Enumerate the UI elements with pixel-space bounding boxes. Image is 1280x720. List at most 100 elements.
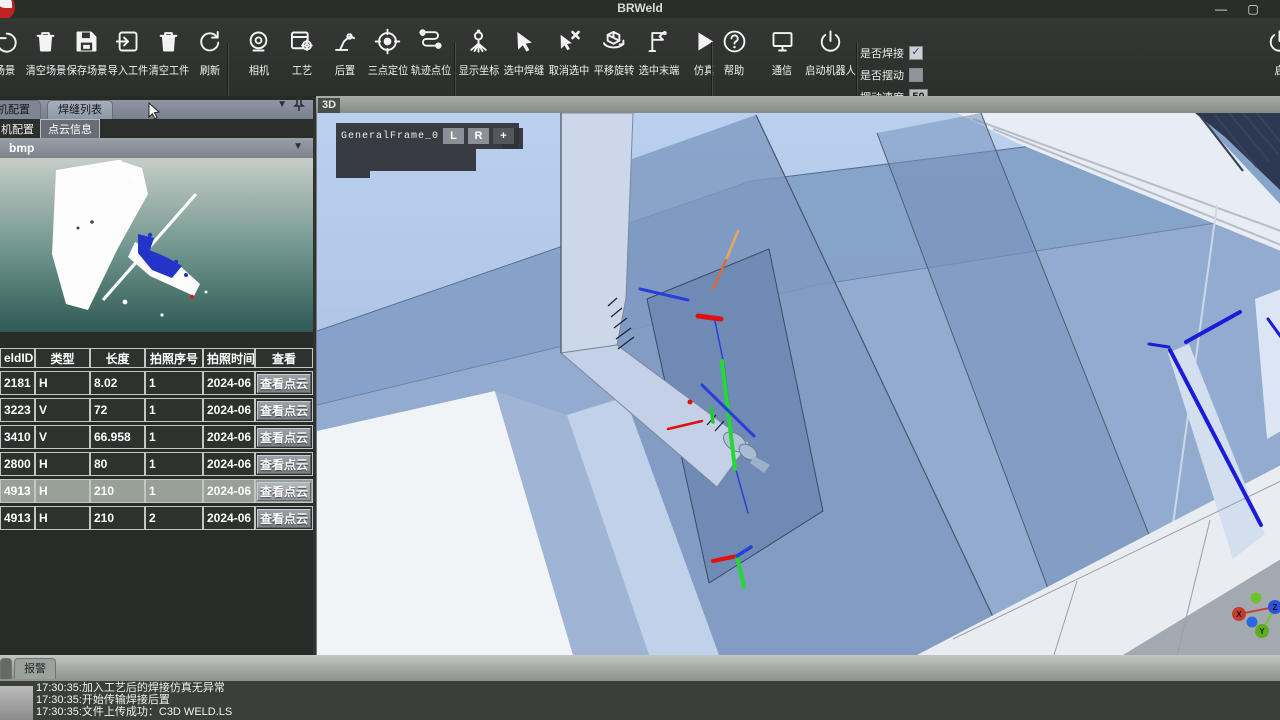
frame-panel-extension: [336, 149, 476, 171]
frame-selector-panel: GeneralFrame_0 LR+: [336, 123, 519, 171]
cell-id: 4913: [0, 506, 35, 530]
toolbar-group-edit: 显示坐标选中焊缝取消选中平移旋转选中末端仿真: [456, 24, 726, 90]
toolbar-button-label: 刷新: [199, 62, 219, 78]
bottom-strip: 报警: [0, 655, 1280, 681]
trajectory-points-button[interactable]: 轨迹点位: [409, 24, 452, 90]
cell-id: 2181: [0, 371, 35, 395]
orientation-gizmo[interactable]: X Z Y: [1229, 589, 1280, 648]
show-coords-button[interactable]: 显示坐标: [456, 24, 501, 90]
scene-button-partial[interactable]: 场景: [0, 24, 25, 90]
brweld-window: BRWeld — ▢ 场景清空场景保存场景导入工件清空工件刷新 相机工艺后置三点…: [0, 0, 1280, 720]
comms-button[interactable]: 通信: [758, 24, 806, 90]
toolbar-group-scene: 场景清空场景保存场景导入工件清空工件刷新: [0, 24, 230, 90]
left-tab-1[interactable]: 焊缝列表: [47, 100, 113, 120]
view-pointcloud-button[interactable]: 查看点云: [257, 401, 311, 420]
column-header: eldID: [0, 348, 35, 368]
cell-length: 210: [90, 506, 145, 530]
log-tabbar: 报警: [0, 658, 56, 679]
maximize-button[interactable]: ▢: [1242, 4, 1264, 16]
image-format-dropdown[interactable]: bmp ▼: [0, 138, 313, 158]
toolbar-button-label: 导入工件: [107, 62, 147, 78]
frame-button-+[interactable]: +: [493, 128, 514, 144]
cell-photo_no: 1: [145, 425, 203, 449]
weld-enable-label: 是否焊接: [860, 45, 904, 61]
weld-table-row[interactable]: 4913H21022024-06查看点云: [0, 506, 313, 530]
weld-table-row[interactable]: 2181H8.0212024-06查看点云: [0, 371, 313, 395]
toolbar-button-label: 相机: [248, 62, 268, 78]
toolbar-button-label: 清空场景: [25, 62, 65, 78]
weld-table-row[interactable]: 4913H21012024-06查看点云: [0, 479, 313, 503]
frame-button-r[interactable]: R: [468, 128, 489, 144]
svg-text:Z: Z: [1273, 603, 1278, 612]
weave-enable-checkbox[interactable]: [909, 68, 923, 82]
left-tab-0[interactable]: 机配置: [0, 100, 41, 120]
minimize-button[interactable]: —: [1210, 4, 1232, 16]
mouse-cursor: [148, 102, 161, 125]
cell-photo_time: 2024-06: [203, 479, 255, 503]
cell-type: H: [35, 479, 90, 503]
log-area: 17:30:35:加入工艺后的焊接仿真无异常17:30:35:开始传输焊接后置1…: [0, 681, 1280, 720]
start-button-partial[interactable]: 启: [1256, 24, 1280, 90]
save-scene-button[interactable]: 保存场景: [66, 24, 107, 90]
window-title: BRWeld: [0, 1, 1280, 15]
deselect-button[interactable]: 取消选中: [546, 24, 591, 90]
cell-length: 66.958: [90, 425, 145, 449]
toolbar-button-label: 启动机器人: [805, 62, 856, 78]
log-scroll-block[interactable]: [0, 686, 33, 720]
scene-3d: [317, 113, 1280, 655]
camera-button[interactable]: 相机: [237, 24, 280, 90]
three-point-locate-button[interactable]: 三点定位: [366, 24, 409, 90]
help-button[interactable]: 帮助: [710, 24, 758, 90]
process-button[interactable]: 工艺: [280, 24, 323, 90]
save-icon: [73, 24, 100, 58]
weld-enable-checkbox[interactable]: ✓: [909, 46, 923, 60]
log-lines: 17:30:35:加入工艺后的焊接仿真无异常17:30:35:开始传输焊接后置1…: [36, 682, 232, 718]
select-seam-button[interactable]: 选中焊缝: [501, 24, 546, 90]
target-icon: [374, 24, 401, 58]
refresh-button[interactable]: 刷新: [189, 24, 230, 90]
clear-scene-button[interactable]: 清空场景: [25, 24, 66, 90]
start-button-partial[interactable]: 启: [1266, 24, 1280, 90]
pointcloud-info-button[interactable]: 点云信息: [40, 119, 100, 139]
start-robot-button[interactable]: 启动机器人: [806, 24, 854, 90]
toolbar-button-label: 轨迹点位: [410, 62, 450, 78]
view-pointcloud-button[interactable]: 查看点云: [257, 428, 311, 447]
pin-icon[interactable]: [293, 98, 305, 117]
log-line: 17:30:35:开始传输焊接后置: [36, 694, 232, 706]
toolbar-button-label: 选中末端: [638, 62, 678, 78]
frame-button-l[interactable]: L: [443, 128, 464, 144]
view-pointcloud-button[interactable]: 查看点云: [257, 482, 311, 501]
pan-rotate-button[interactable]: 平移旋转: [591, 24, 636, 90]
select-end-button[interactable]: 选中末端: [636, 24, 681, 90]
column-header: 长度: [90, 348, 145, 368]
weld-list-table: eldID类型长度拍照序号拍照时间查看 2181H8.0212024-06查看点…: [0, 348, 313, 533]
column-header: 查看: [255, 348, 313, 368]
cell-length: 210: [90, 479, 145, 503]
import-part-button[interactable]: 导入工件: [107, 24, 148, 90]
cell-photo_no: 2: [145, 506, 203, 530]
toolbar-button-label: 取消选中: [548, 62, 588, 78]
weld-table-row[interactable]: 3410V66.95812024-06查看点云: [0, 425, 313, 449]
end-effector-icon: [645, 24, 672, 58]
svg-text:X: X: [1236, 610, 1242, 619]
toolbar-button-label: 显示坐标: [458, 62, 498, 78]
weld-table-row[interactable]: 3223V7212024-06查看点云: [0, 398, 313, 422]
camera-config-label[interactable]: 机配置: [1, 121, 34, 137]
chevron-down-icon[interactable]: ▼: [277, 99, 287, 110]
weld-table-row[interactable]: 2800H8012024-06查看点云: [0, 452, 313, 476]
tab-3d[interactable]: 3D: [318, 98, 340, 113]
view-pointcloud-button[interactable]: 查看点云: [257, 374, 311, 393]
toolbar-button-label: 平移旋转: [593, 62, 633, 78]
view-pointcloud-button[interactable]: 查看点云: [257, 455, 311, 474]
view-pointcloud-button[interactable]: 查看点云: [257, 509, 311, 528]
post-button[interactable]: 后置: [323, 24, 366, 90]
cell-photo_no: 1: [145, 452, 203, 476]
viewport-3d[interactable]: GeneralFrame_0 LR+ + X Z Y: [316, 113, 1280, 655]
cell-type: H: [35, 506, 90, 530]
toolbar-group-system: 帮助通信启动机器人: [710, 24, 854, 90]
log-tab-alarm[interactable]: 报警: [14, 658, 56, 679]
pointcloud-preview[interactable]: [0, 158, 313, 332]
clear-part-button[interactable]: 清空工件: [148, 24, 189, 90]
toolbar-button-label: 场景: [0, 62, 15, 78]
log-tab-partial[interactable]: [0, 658, 12, 679]
